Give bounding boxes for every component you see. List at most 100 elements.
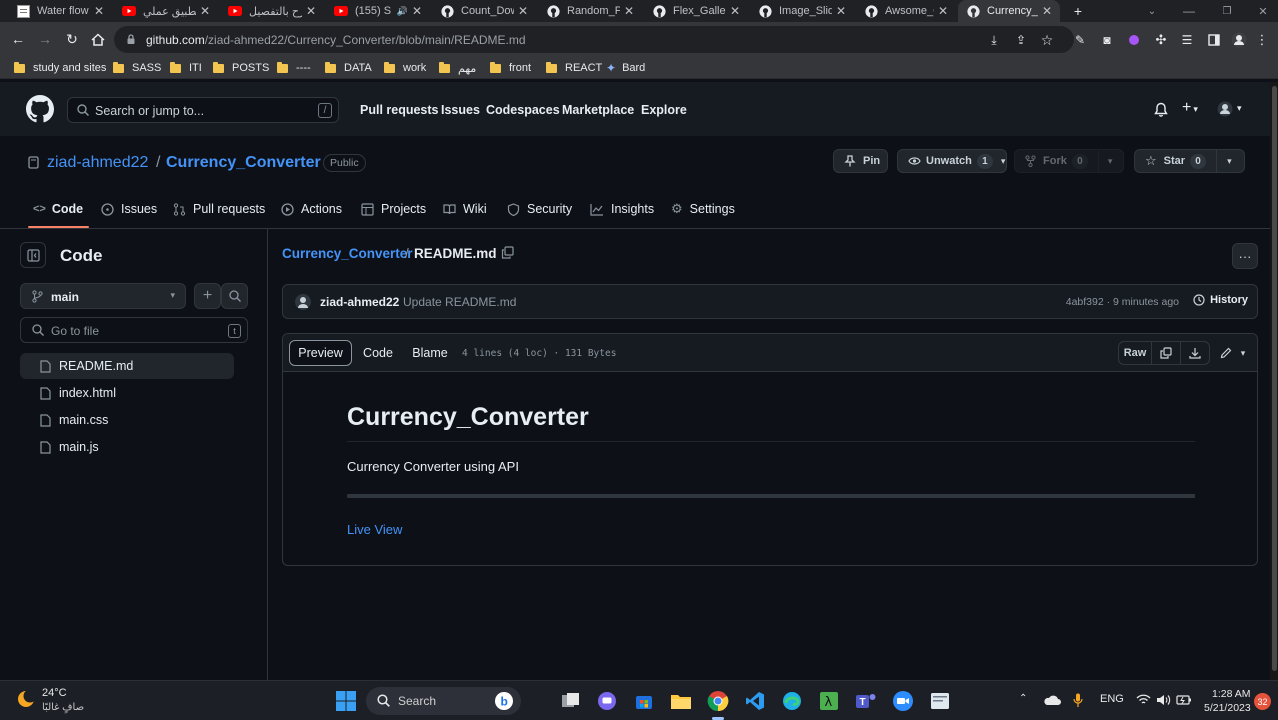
- notifications-bell-icon[interactable]: [1154, 102, 1168, 117]
- branch-selector[interactable]: main ▾: [20, 283, 186, 309]
- back-icon[interactable]: ←: [9, 30, 27, 48]
- caret-down-icon[interactable]: ▾: [1236, 342, 1250, 364]
- collapse-sidebar-button[interactable]: [20, 242, 46, 268]
- repo-name-link[interactable]: Currency_Converter: [166, 154, 321, 172]
- zoom-icon[interactable]: [891, 689, 915, 713]
- add-file-button[interactable]: +: [194, 283, 221, 309]
- copy-path-icon[interactable]: [501, 246, 514, 259]
- tab-code[interactable]: <> Code: [33, 201, 83, 217]
- pen-extension-icon[interactable]: ✎: [1071, 31, 1089, 49]
- side-panel-icon[interactable]: [1205, 31, 1223, 49]
- file-tree-item[interactable]: index.html: [20, 380, 234, 406]
- scrollbar-thumb[interactable]: [1272, 86, 1277, 671]
- speaker-icon[interactable]: 🔊: [397, 6, 408, 17]
- tab-security[interactable]: Security: [507, 201, 572, 217]
- camera-extension-icon[interactable]: ◙: [1098, 31, 1116, 49]
- extension-icon[interactable]: [1125, 31, 1143, 49]
- address-bar[interactable]: github.com/ziad-ahmed22/Currency_Convert…: [114, 26, 1074, 53]
- pin-button[interactable]: Pin: [833, 149, 888, 173]
- close-icon[interactable]: ✕: [94, 4, 104, 18]
- tab-wiki[interactable]: Wiki: [443, 201, 487, 217]
- live-view-link[interactable]: Live View: [347, 522, 402, 537]
- microphone-icon[interactable]: [1073, 693, 1083, 708]
- commit-author[interactable]: ziad-ahmed22: [320, 295, 399, 309]
- unwatch-button[interactable]: Unwatch 1 ▾: [897, 149, 1007, 173]
- home-icon[interactable]: [89, 30, 107, 48]
- onedrive-cloud-icon[interactable]: [1043, 694, 1061, 706]
- star-button[interactable]: ☆ Star 0 ▾: [1134, 149, 1245, 173]
- nav-issues[interactable]: Issues: [441, 103, 480, 117]
- tab-search-icon[interactable]: ⌄: [1143, 2, 1161, 20]
- close-icon[interactable]: ✕: [412, 4, 422, 18]
- lambda-app-icon[interactable]: λ: [817, 689, 841, 713]
- tab-projects[interactable]: Projects: [361, 201, 426, 217]
- bookmark-link[interactable]: ✦ Bard: [606, 61, 645, 75]
- nav-codespaces[interactable]: Codespaces: [486, 103, 560, 117]
- file-tree-item[interactable]: README.md: [20, 353, 234, 379]
- caret-down-icon[interactable]: ▾: [1237, 103, 1242, 114]
- tab-insights[interactable]: Insights: [590, 201, 654, 217]
- site-info-icon[interactable]: [126, 34, 136, 45]
- forward-icon[interactable]: →: [36, 30, 54, 48]
- restore-icon[interactable]: ❐: [1218, 2, 1236, 20]
- install-app-icon[interactable]: ⤓: [985, 31, 1003, 49]
- close-icon[interactable]: ✕: [518, 4, 528, 18]
- volume-icon[interactable]: [1156, 694, 1171, 706]
- repo-owner-link[interactable]: ziad-ahmed22: [47, 154, 148, 172]
- screen-app-icon[interactable]: [928, 689, 952, 713]
- chrome-icon[interactable]: [706, 689, 730, 713]
- download-button[interactable]: [1181, 342, 1208, 364]
- clock-time[interactable]: 1:28 AM: [1212, 688, 1251, 700]
- copy-raw-button[interactable]: [1152, 342, 1180, 364]
- minimize-icon[interactable]: —: [1180, 2, 1198, 20]
- go-to-file-input[interactable]: Go to file t: [20, 317, 248, 343]
- commit-message[interactable]: Update README.md: [403, 295, 516, 309]
- tab-preview[interactable]: Preview: [289, 340, 352, 366]
- close-icon[interactable]: ✕: [730, 4, 740, 18]
- wifi-icon[interactable]: [1136, 694, 1151, 706]
- browser-tab-active[interactable]: Currency_C ✕: [958, 0, 1060, 22]
- raw-button[interactable]: Raw: [1119, 342, 1151, 364]
- bookmark-folder[interactable]: study and sites: [14, 61, 106, 75]
- show-hidden-icons-icon[interactable]: ⌃: [1019, 693, 1027, 704]
- global-search-input[interactable]: Search or jump to... /: [67, 97, 339, 123]
- windows-start-icon[interactable]: [334, 689, 358, 713]
- close-icon[interactable]: ✕: [306, 4, 316, 18]
- weather-desc[interactable]: صافٍ غالبًا: [42, 702, 84, 713]
- browser-tab[interactable]: Count_Dow ✕: [432, 0, 536, 22]
- breadcrumb-repo-link[interactable]: Currency_Converter: [282, 246, 413, 261]
- language-indicator[interactable]: ENG: [1100, 693, 1124, 705]
- profile-avatar-icon[interactable]: [1230, 31, 1248, 49]
- bookmark-folder[interactable]: front: [490, 61, 531, 75]
- browser-tab[interactable]: Water flow ✕: [8, 0, 112, 22]
- bookmark-folder[interactable]: POSTS: [213, 61, 269, 75]
- browser-menu-icon[interactable]: ⋮: [1253, 31, 1271, 49]
- browser-tab[interactable]: Random_Pa ✕: [538, 0, 642, 22]
- edge-icon[interactable]: [780, 689, 804, 713]
- battery-icon[interactable]: [1176, 694, 1192, 706]
- close-icon[interactable]: ✕: [200, 4, 210, 18]
- nav-marketplace[interactable]: Marketplace: [562, 103, 634, 117]
- browser-tab[interactable]: تطبيق عملي ✕: [114, 0, 218, 22]
- file-tree-item[interactable]: main.js: [20, 434, 234, 460]
- puzzle-extensions-icon[interactable]: ✣: [1152, 31, 1170, 49]
- github-logo-icon[interactable]: [26, 95, 54, 123]
- caret-down-icon[interactable]: ▾: [1227, 156, 1232, 167]
- browser-tab[interactable]: (155) S 🔊 ✕: [326, 0, 430, 22]
- tab-issues[interactable]: Issues: [101, 201, 157, 217]
- more-options-button[interactable]: ···: [1232, 243, 1258, 269]
- tab-actions[interactable]: Actions: [281, 201, 342, 217]
- bookmark-folder[interactable]: REACT: [546, 61, 602, 75]
- avatar[interactable]: [295, 294, 311, 310]
- edit-button[interactable]: [1216, 342, 1236, 364]
- teams-icon[interactable]: T: [854, 689, 878, 713]
- browser-tab[interactable]: Flex_Gallery ✕: [644, 0, 748, 22]
- weather-temp[interactable]: 24°C: [42, 687, 67, 699]
- vscode-icon[interactable]: [743, 689, 767, 713]
- reading-list-icon[interactable]: ☰: [1178, 31, 1196, 49]
- tab-settings[interactable]: ⚙ Settings: [671, 201, 735, 217]
- close-icon[interactable]: ✕: [938, 4, 948, 18]
- microsoft-store-icon[interactable]: [632, 689, 656, 713]
- close-icon[interactable]: ✕: [624, 4, 634, 18]
- create-new-plus-icon[interactable]: + ▾: [1182, 99, 1198, 117]
